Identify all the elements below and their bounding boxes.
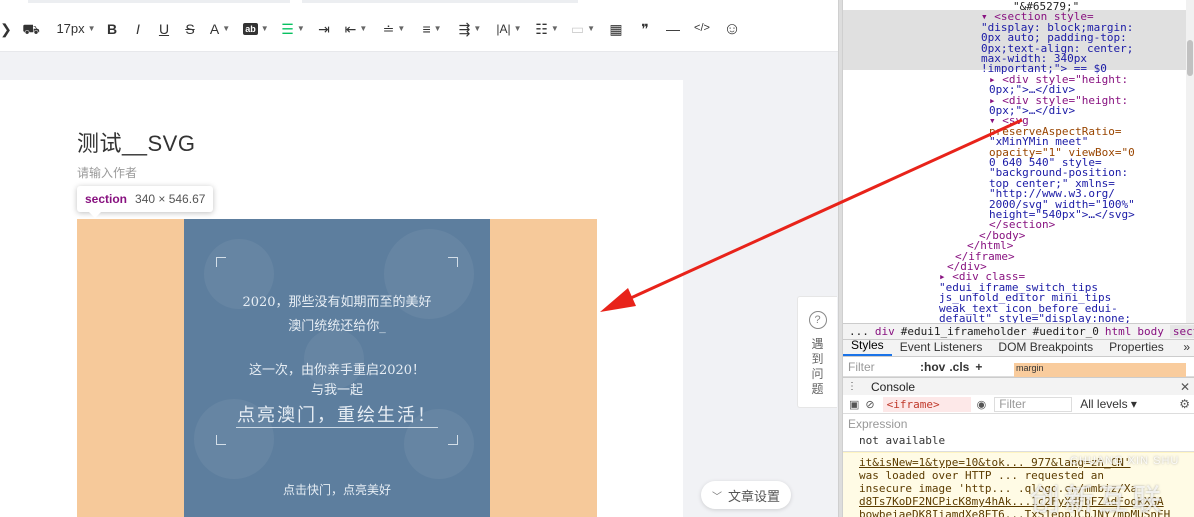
top-field-1[interactable] [28,0,290,3]
indent-button[interactable]: ⇥ [312,16,336,42]
poster-divider [236,427,438,428]
poster-line-4: 与我一起 [310,383,363,398]
tabs-more-button[interactable]: » [1179,340,1194,356]
align-left-button[interactable]: ☰ ▼ [276,16,310,42]
expression-label[interactable]: Expression [848,417,907,431]
tab-event-listeners[interactable]: Event Listeners [892,340,991,356]
styles-filter-input[interactable]: Filter [848,360,910,374]
font-size-value: 17px [56,21,85,36]
warning-line[interactable]: bowbeiaeDK8IiamdXe8ET6...TxS1eppJCbJNY7m… [859,508,1170,517]
console-warning: it&isNew=1&type=10&tok... 977&lang=zh_CN… [843,452,1194,517]
clear-format-button[interactable]: ▭ ▼ [566,16,600,42]
format-painter-icon[interactable]: ⛟ [20,16,42,42]
help-icon: ? [808,311,827,329]
quote-button[interactable]: ❞ [632,16,658,42]
warning-line: was loaded over HTTP ... requested an [859,469,1105,482]
italic-button[interactable]: I [126,16,150,42]
article-title-input[interactable]: 测试__SVG [77,126,195,158]
indent-select-button[interactable]: ⇶ ▼ [452,16,488,42]
dom-scrollbar[interactable] [1186,0,1194,323]
poster-line-1: 2020，那些没有如期而至的美好 [242,295,432,310]
editor-toolbar: ❯ ⛟ 17px ▼ B I U S A ▼ ab ▼ ☰ ▼ ⇥ ⇤ ▼ ≐ ▼ ≡ ▼ ⇶… [0,6,838,52]
tooltip-dims: 340 × 546.67 [135,192,206,206]
background-color-button[interactable]: ab ▼ [238,16,274,42]
dom-breadcrumbs: ... div #edui1_iframeholder #ueditor_0 h… [843,323,1194,340]
author-input[interactable]: 请输入作者 [77,164,137,181]
drawer-menu-icon[interactable]: ⋮ [847,381,857,392]
warning-line[interactable]: it&isNew=1&type=10&tok... 977&lang=zh_CN… [859,456,1131,469]
bold-button[interactable]: B [100,16,124,42]
console-toolbar: ▣ ⊘ <iframe> ◉ Filter All levels ▾ ⚙ [843,395,1194,414]
svg-poster[interactable]: 2020，那些没有如期而至的美好 澳门统统还给你_ 这一次，由你亲手重启2020… [184,219,490,517]
warning-line[interactable]: d8Ts7KoDF2NCPicK8my4hAk...1c2FyXdFbFZAdF… [859,495,1164,508]
cls-toggle[interactable]: .cls [949,360,969,374]
close-icon[interactable]: ✕ [1180,380,1190,394]
article-settings-label: 文章设置 [727,488,780,504]
help-widget[interactable]: ? 遇到问题 [797,296,837,408]
warning-line: insecure image 'http... .qlogo.cn/mmbiz/… [859,482,1138,495]
code-button[interactable]: </> [688,16,716,42]
table-button[interactable]: ▦ [602,16,630,42]
poster-headline: 点亮澳门，重绘生活！ [237,405,437,426]
breadcrumb-item-selected[interactable]: section [1169,325,1194,338]
context-select[interactable]: <iframe> [882,396,971,412]
help-text: 遇到问题 [811,337,824,396]
sidebar-toggle-icon[interactable]: ▣ [849,398,859,411]
scroll-thumb[interactable] [1187,40,1193,76]
breadcrumb-item[interactable]: ... [849,325,869,338]
top-field-2[interactable] [302,0,578,3]
inspect-tooltip: section 340 × 546.67 [77,186,214,218]
font-size-select[interactable]: 17px ▼ [54,16,98,42]
prev-arrow-icon[interactable]: ❯ [0,16,12,42]
log-levels-select[interactable]: All levels ▾ [1080,397,1137,411]
poster-line-2: 澳门统统还给你_ [288,319,386,334]
tooltip-arrow [89,212,101,218]
console-tab[interactable]: Console [871,380,915,394]
screen: ❯ ⛟ 17px ▼ B I U S A ▼ ab ▼ ☰ ▼ ⇥ ⇤ ▼ ≐ ▼ ≡ ▼ ⇶… [0,0,1194,517]
line-height-button[interactable]: ≐ ▼ [376,16,412,42]
breadcrumb-item[interactable]: #edui1_iframeholder [901,325,1027,338]
hr-button[interactable]: — [660,16,686,42]
poster-line-3: 这一次，由你亲手重启2020！ [248,363,426,378]
frame-corner [216,257,226,267]
frame-corner [448,257,458,267]
new-rule-button[interactable]: + [975,360,982,374]
breadcrumb-item[interactable]: html [1105,325,1132,338]
frame-corner [448,435,458,445]
tooltip-tag: section [85,192,128,206]
styles-filter-bar: Filter :hov .cls + margin [843,357,1194,377]
box-model-margin: margin [1014,363,1186,377]
eye-icon[interactable]: ◉ [977,398,987,411]
underline-button[interactable]: U [152,16,176,42]
tab-dom-breakpoints[interactable]: DOM Breakpoints [990,340,1101,356]
paragraph-spacing-button[interactable]: ≡ ▼ [414,16,450,42]
chevron-down-icon: ﹀ [711,491,722,503]
hov-toggle[interactable]: :hov [920,360,945,374]
list-button[interactable]: ☷ ▼ [530,16,564,42]
breadcrumb-item[interactable]: #ueditor_0 [1033,325,1099,338]
breadcrumb-item[interactable]: div [875,325,895,338]
styles-tabs: Styles Event Listeners DOM Breakpoints P… [843,338,1194,357]
article-editor: ❯ ⛟ 17px ▼ B I U S A ▼ ab ▼ ☰ ▼ ⇥ ⇤ ▼ ≐ ▼ ≡ ▼ ⇶… [0,0,838,517]
live-expression: Expression not available [843,414,1194,452]
frame-corner [216,435,226,445]
outdent-button[interactable]: ⇤ ▼ [338,16,374,42]
gear-icon[interactable]: ⚙ [1179,397,1190,411]
clear-console-icon[interactable]: ⊘ [865,398,874,411]
devtools-panel: "&#65279;" ▾ <section style= "display: blo… [843,0,1194,517]
font-color-button[interactable]: A ▼ [204,16,236,42]
tab-styles[interactable]: Styles [843,338,892,356]
breadcrumb-item[interactable]: body [1137,325,1164,338]
strikethrough-button[interactable]: S [178,16,202,42]
console-filter-input[interactable]: Filter [994,396,1073,412]
tab-properties[interactable]: Properties [1101,340,1172,356]
poster-line-6: 点击快门，点亮美好 [282,483,391,497]
expression-value: not available [859,434,946,447]
article-settings-button[interactable]: ﹀ 文章设置 [701,481,791,509]
dom-tree: "&#65279;" ▾ <section style= "display: blo… [843,0,1194,323]
letter-spacing-button[interactable]: |A| ▼ [490,16,528,42]
emoji-button[interactable]: ☺ [718,16,746,42]
console-drawer-header: ⋮ Console ✕ [843,377,1194,395]
